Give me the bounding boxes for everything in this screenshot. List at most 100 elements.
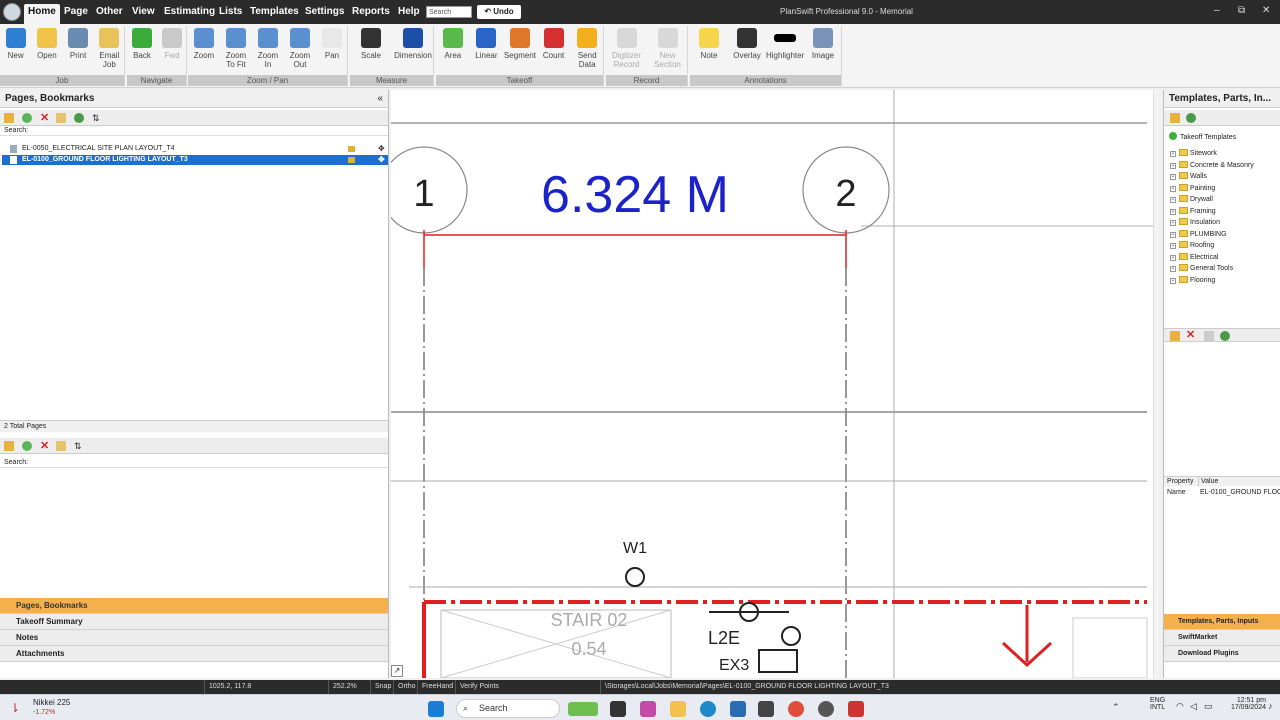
drawing-canvas[interactable]: 1 2 6.324 M W1 STAIR 02 0.54 L2E EX3 ↗ <box>391 90 1159 678</box>
expand-icon[interactable]: + <box>1170 277 1176 284</box>
back-button[interactable]: Back <box>127 28 157 60</box>
expand-icon[interactable]: + <box>1170 208 1176 215</box>
app-menu-orb-icon[interactable] <box>3 3 21 21</box>
app-icon[interactable] <box>758 701 774 717</box>
delete-icon[interactable]: ✕ <box>40 113 50 124</box>
battery-icon[interactable]: ▭ <box>1204 701 1213 712</box>
volume-icon[interactable]: ◁ <box>1190 701 1197 712</box>
menu-home[interactable]: Home <box>24 4 60 24</box>
widgets-icon[interactable] <box>568 702 598 716</box>
expand-icon[interactable]: + <box>1170 254 1176 261</box>
expand-icon[interactable]: ↗ <box>391 665 403 677</box>
sort-icon[interactable]: ⇅ <box>74 441 84 451</box>
segment-button[interactable]: Segment <box>503 28 537 60</box>
zoom-out-button[interactable]: Zoom Out <box>284 28 316 69</box>
chrome-icon[interactable] <box>788 701 804 717</box>
template-folder[interactable]: + Electrical <box>1170 252 1218 263</box>
expand-icon[interactable]: + <box>1170 231 1176 238</box>
accordion-pages-bookmarks[interactable]: Pages, Bookmarks <box>0 598 388 614</box>
pan-button[interactable]: Pan <box>316 28 348 60</box>
highlighter-button[interactable]: Highlighter <box>766 28 804 60</box>
send-data-button[interactable]: Send Data <box>570 28 604 69</box>
browser-icon[interactable] <box>818 701 834 717</box>
expand-icon[interactable]: + <box>1170 185 1176 192</box>
clock[interactable]: 12:51 pm 17/09/2024 <box>1222 697 1266 711</box>
sort-icon[interactable]: ⇅ <box>92 113 102 123</box>
menu-reports[interactable]: Reports <box>348 4 394 20</box>
template-folder[interactable]: + Insulation <box>1170 217 1220 228</box>
refresh-icon[interactable] <box>1186 113 1196 123</box>
zoom-button[interactable]: Zoom <box>188 28 220 60</box>
count-button[interactable]: Count <box>537 28 571 60</box>
scale-button[interactable]: Scale <box>350 28 392 60</box>
store-icon[interactable] <box>730 701 746 717</box>
template-folder[interactable]: + Framing <box>1170 206 1216 217</box>
digitizer-record-button[interactable]: Digitizer Record <box>606 28 647 69</box>
expand-icon[interactable]: + <box>1170 243 1176 249</box>
delete-icon[interactable]: ✕ <box>40 441 50 452</box>
expand-icon[interactable]: + <box>1170 162 1176 169</box>
email-job-button[interactable]: Email Job <box>94 28 125 69</box>
show-hidden-icons-icon[interactable]: ⌃ <box>1112 702 1120 713</box>
lock-icon[interactable] <box>348 146 355 152</box>
maximize-icon[interactable]: ⧉ <box>1238 5 1245 16</box>
add-icon[interactable] <box>1170 331 1180 341</box>
stock-name[interactable]: Nikkei 225 <box>33 698 70 707</box>
edge-icon[interactable] <box>700 701 716 717</box>
new-section-button[interactable]: New Section <box>647 28 688 69</box>
linear-button[interactable]: Linear <box>470 28 504 60</box>
close-icon[interactable]: ✕ <box>1262 5 1270 16</box>
expand-icon[interactable]: + <box>1170 151 1176 157</box>
language-indicator[interactable]: ENG INTL <box>1150 697 1165 711</box>
vertical-scrollbar[interactable] <box>1153 90 1159 678</box>
template-folder[interactable]: + Painting <box>1170 183 1215 194</box>
menu-estimating[interactable]: Estimating <box>160 4 219 20</box>
taskbar-search[interactable]: ⌕ Search <box>456 699 560 718</box>
new-button[interactable]: New <box>0 28 31 60</box>
copilot-icon[interactable] <box>640 701 656 717</box>
page-list-item[interactable]: EL-0100_GROUND FLOOR LIGHTING LAYOUT_T3 ✥ <box>2 155 388 165</box>
refresh-icon[interactable] <box>1220 331 1230 341</box>
accordion-notes[interactable]: Notes <box>0 630 388 646</box>
bookmarks-search-field[interactable]: Search: <box>0 458 388 468</box>
minimize-icon[interactable]: – <box>1214 5 1220 16</box>
snap-toggle[interactable]: Snap <box>370 680 395 694</box>
overlay-button[interactable]: Overlay <box>728 28 766 60</box>
print-button[interactable]: Print <box>63 28 94 60</box>
right-accordion-swiftmarket[interactable]: SwiftMarket <box>1164 630 1280 646</box>
right-accordion-templates-parts-inputs[interactable]: Templates, Parts, Inputs <box>1164 614 1280 630</box>
accordion-takeoff-summary[interactable]: Takeoff Summary <box>0 614 388 630</box>
property-row[interactable]: Name EL-0100_GROUND FLOOR <box>1164 488 1280 498</box>
expand-icon[interactable]: + <box>1170 197 1176 203</box>
fwd-button[interactable]: Fwd <box>157 28 187 60</box>
refresh-icon[interactable] <box>74 113 84 123</box>
delete-icon[interactable]: ✕ <box>1186 330 1196 341</box>
expand-icon[interactable]: + <box>1170 174 1176 180</box>
menu-templates[interactable]: Templates <box>246 4 303 20</box>
menu-other[interactable]: Other <box>92 4 127 20</box>
menu-settings[interactable]: Settings <box>301 4 348 20</box>
area-button[interactable]: Area <box>436 28 470 60</box>
collapse-panel-icon[interactable]: « <box>377 90 383 108</box>
template-folder[interactable]: + Drywall <box>1170 194 1213 205</box>
verify-points-toggle[interactable]: Verify Points <box>455 680 503 694</box>
menu-view[interactable]: View <box>128 4 159 20</box>
planswift-taskbar-icon[interactable] <box>848 701 864 717</box>
zoom-in-button[interactable]: Zoom In <box>252 28 284 69</box>
note-button[interactable]: Note <box>690 28 728 60</box>
open-icon[interactable] <box>1170 113 1180 123</box>
image-button[interactable]: Image <box>804 28 842 60</box>
template-folder[interactable]: + PLUMBING <box>1170 229 1227 240</box>
add-bookmark-icon[interactable] <box>22 441 32 451</box>
open-button[interactable]: Open <box>31 28 62 60</box>
properties-icon[interactable] <box>56 441 66 451</box>
move-icon[interactable]: ✥ <box>378 155 385 165</box>
file-explorer-icon[interactable] <box>670 701 686 717</box>
undo-button[interactable]: ↶ Undo <box>477 5 521 19</box>
notification-bell-icon[interactable]: ♪ <box>1268 701 1273 711</box>
add-folder-icon[interactable] <box>4 113 14 123</box>
menu-help[interactable]: Help <box>394 4 424 20</box>
template-folder[interactable]: + Concrete & Masonry <box>1170 160 1254 171</box>
expand-icon[interactable]: + <box>1170 266 1176 272</box>
dimension-button[interactable]: Dimension <box>392 28 434 60</box>
